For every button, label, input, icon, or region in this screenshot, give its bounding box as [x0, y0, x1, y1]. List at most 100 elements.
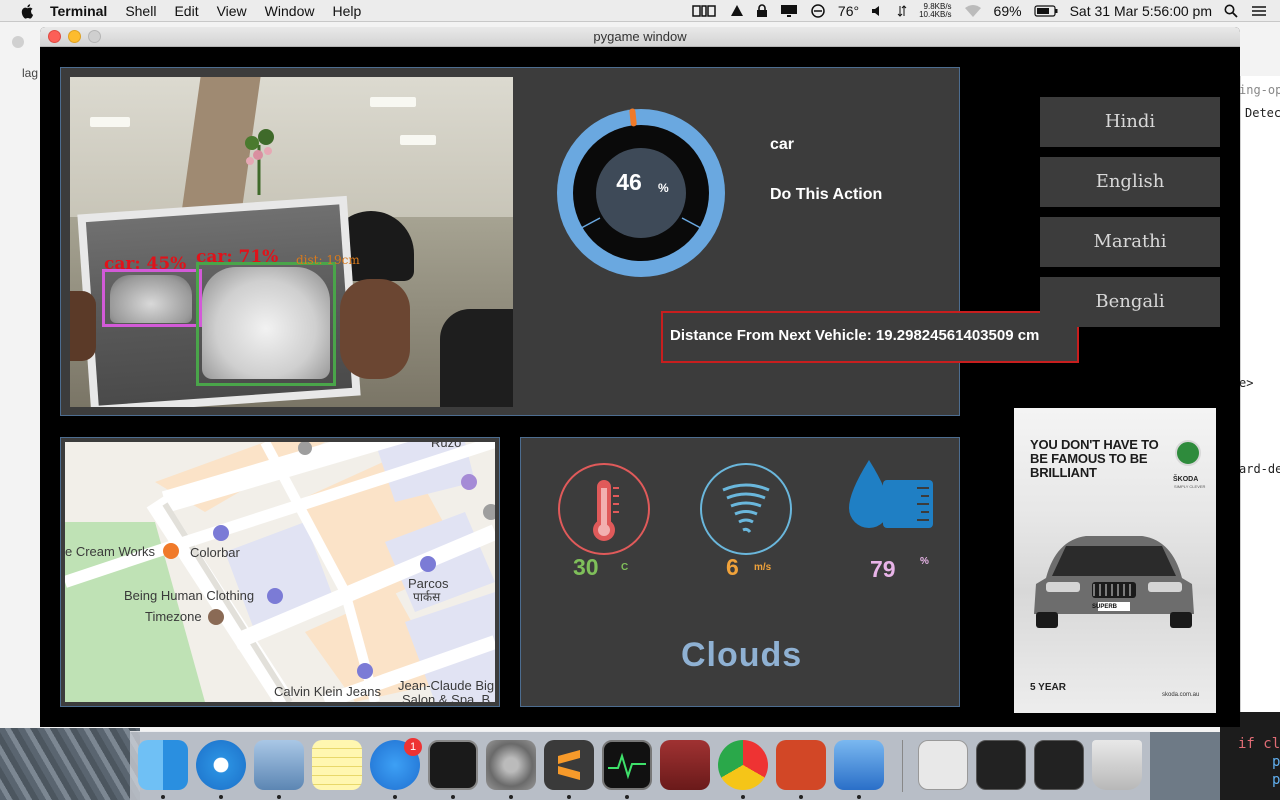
net-down: 10.4KB/s	[919, 10, 952, 19]
apple-menu-icon[interactable]	[20, 3, 36, 19]
map-label-parcos-hindi: पार्कस	[413, 590, 441, 604]
menu-view[interactable]: View	[217, 3, 247, 19]
window-thumb-1[interactable]	[976, 740, 1026, 790]
bg-line: ard-de	[1239, 462, 1280, 476]
trash-icon[interactable]	[1092, 740, 1142, 790]
ad-brand: ŠKODA	[1173, 476, 1199, 483]
notification-center-icon[interactable]	[1250, 4, 1268, 18]
running-indicator	[161, 795, 165, 799]
skoda-logo-icon	[1175, 440, 1201, 466]
shopping-pin-icon[interactable]	[420, 556, 436, 572]
battery-percent[interactable]: 69%	[994, 3, 1022, 19]
network-speed[interactable]: 9.8KB/s 10.4KB/s	[919, 3, 951, 19]
ad-warranty-badge: 5 YEAR	[1030, 682, 1066, 693]
map-streets	[65, 442, 495, 702]
safari-icon[interactable]	[196, 740, 246, 790]
weather-icon[interactable]	[810, 3, 826, 19]
humidity-value: 79	[870, 556, 896, 582]
shopping-pin-icon[interactable]	[357, 663, 373, 679]
battery-icon[interactable]	[1033, 5, 1058, 17]
ceiling-light	[400, 135, 436, 145]
bengali-button[interactable]: Bengali	[1040, 277, 1220, 327]
menu-extra-window-icon[interactable]	[692, 4, 718, 18]
pygame-window: pygame window car: 45% car: 71% dist: 19…	[40, 27, 1240, 727]
person-hand	[340, 279, 410, 379]
bg-line: Detec	[1245, 106, 1280, 120]
notes-icon[interactable]	[312, 740, 362, 790]
ceiling-light	[90, 117, 130, 127]
distance-readout: Distance From Next Vehicle: 19.298245614…	[661, 311, 1079, 363]
preview-icon[interactable]	[254, 740, 304, 790]
menu-edit[interactable]: Edit	[174, 3, 198, 19]
display-icon[interactable]	[780, 4, 798, 18]
dashboard: car: 45% car: 71% dist: 19cm 46 % car Do…	[40, 47, 1240, 727]
temperature-unit: C	[621, 562, 629, 573]
marathi-button[interactable]: Marathi	[1040, 217, 1220, 267]
bg-line: e>	[1239, 376, 1254, 390]
window-title: pygame window	[593, 29, 687, 44]
running-indicator	[567, 795, 571, 799]
menu-window[interactable]: Window	[265, 3, 315, 19]
powerpoint-icon[interactable]	[776, 740, 826, 790]
restaurant-pin-icon[interactable]	[163, 543, 179, 559]
temperature-reading[interactable]: 76°	[838, 3, 859, 19]
flower-decoration	[245, 129, 274, 195]
desktop-wallpaper	[0, 728, 140, 800]
person-body	[440, 309, 513, 407]
bg-code-line: if cl	[1238, 736, 1280, 752]
shopping-pin-icon[interactable]	[267, 588, 283, 604]
minimize-button[interactable]	[68, 30, 81, 43]
menu-help[interactable]: Help	[332, 3, 361, 19]
english-button[interactable]: English	[1040, 157, 1220, 207]
dictionary-icon[interactable]	[660, 740, 710, 790]
finder-icon[interactable]	[138, 740, 188, 790]
wifi-icon[interactable]	[964, 4, 982, 18]
hindi-button[interactable]: Hindi	[1040, 97, 1220, 147]
ad-tagline: SIMPLY CLEVER	[1174, 484, 1206, 489]
zoom-button[interactable]	[88, 30, 101, 43]
gauge-unit: %	[658, 181, 669, 195]
network-arrows-icon	[897, 4, 907, 18]
skoda-advertisement[interactable]: YOU DON'T HAVE TO BE FAMOUS TO BE BRILLI…	[1014, 408, 1216, 713]
map-label-being-human: Being Human Clothing	[124, 588, 255, 603]
window-thumb-2[interactable]	[1034, 740, 1084, 790]
chrome-icon[interactable]	[718, 740, 768, 790]
running-indicator	[277, 795, 281, 799]
ceiling-light	[370, 97, 416, 107]
car-bounding-box-1	[102, 269, 202, 327]
drive-icon[interactable]	[730, 4, 744, 18]
thermometer-icon	[558, 463, 650, 555]
lock-icon[interactable]	[756, 4, 768, 18]
running-indicator	[509, 795, 513, 799]
entertainment-pin-icon[interactable]	[208, 609, 224, 625]
terminal-icon[interactable]	[428, 740, 478, 790]
menu-app-name[interactable]: Terminal	[50, 3, 107, 19]
camera-ceiling	[70, 77, 513, 217]
gauge-needle	[629, 108, 637, 127]
sublime-text-icon[interactable]	[544, 740, 594, 790]
volume-icon[interactable]	[871, 4, 885, 18]
system-preferences-icon[interactable]	[486, 740, 536, 790]
car-label-1: car: 45%	[104, 254, 187, 274]
map-label-timezone: Timezone	[145, 609, 202, 624]
shopping-pin-icon[interactable]	[213, 525, 229, 541]
tornado-wind-icon	[700, 463, 792, 555]
map-view[interactable]: Ruzo e Cream Works Colorbar Being Human …	[65, 442, 495, 702]
keynote-icon[interactable]	[834, 740, 884, 790]
info-pin-icon[interactable]	[461, 474, 477, 490]
menu-shell[interactable]: Shell	[125, 3, 156, 19]
clock[interactable]: Sat 31 Mar 5:56:00 pm	[1070, 3, 1212, 19]
bg-window-close-button[interactable]	[12, 36, 24, 48]
car-bounding-box-2	[196, 262, 336, 386]
shop-pin-icon[interactable]	[483, 504, 495, 520]
person-hand-left	[70, 291, 96, 361]
window-title-bar[interactable]: pygame window	[40, 27, 1240, 47]
spotlight-search-icon[interactable]	[1224, 4, 1238, 18]
bg-line: ing-op	[1239, 83, 1280, 97]
close-button[interactable]	[48, 30, 61, 43]
action-label: Do This Action	[770, 186, 883, 203]
activity-monitor-icon[interactable]	[602, 740, 652, 790]
downloads-stack-icon[interactable]	[918, 740, 968, 790]
weather-condition: Clouds	[681, 636, 803, 674]
map-label-ice-cream-works: e Cream Works	[65, 544, 156, 559]
